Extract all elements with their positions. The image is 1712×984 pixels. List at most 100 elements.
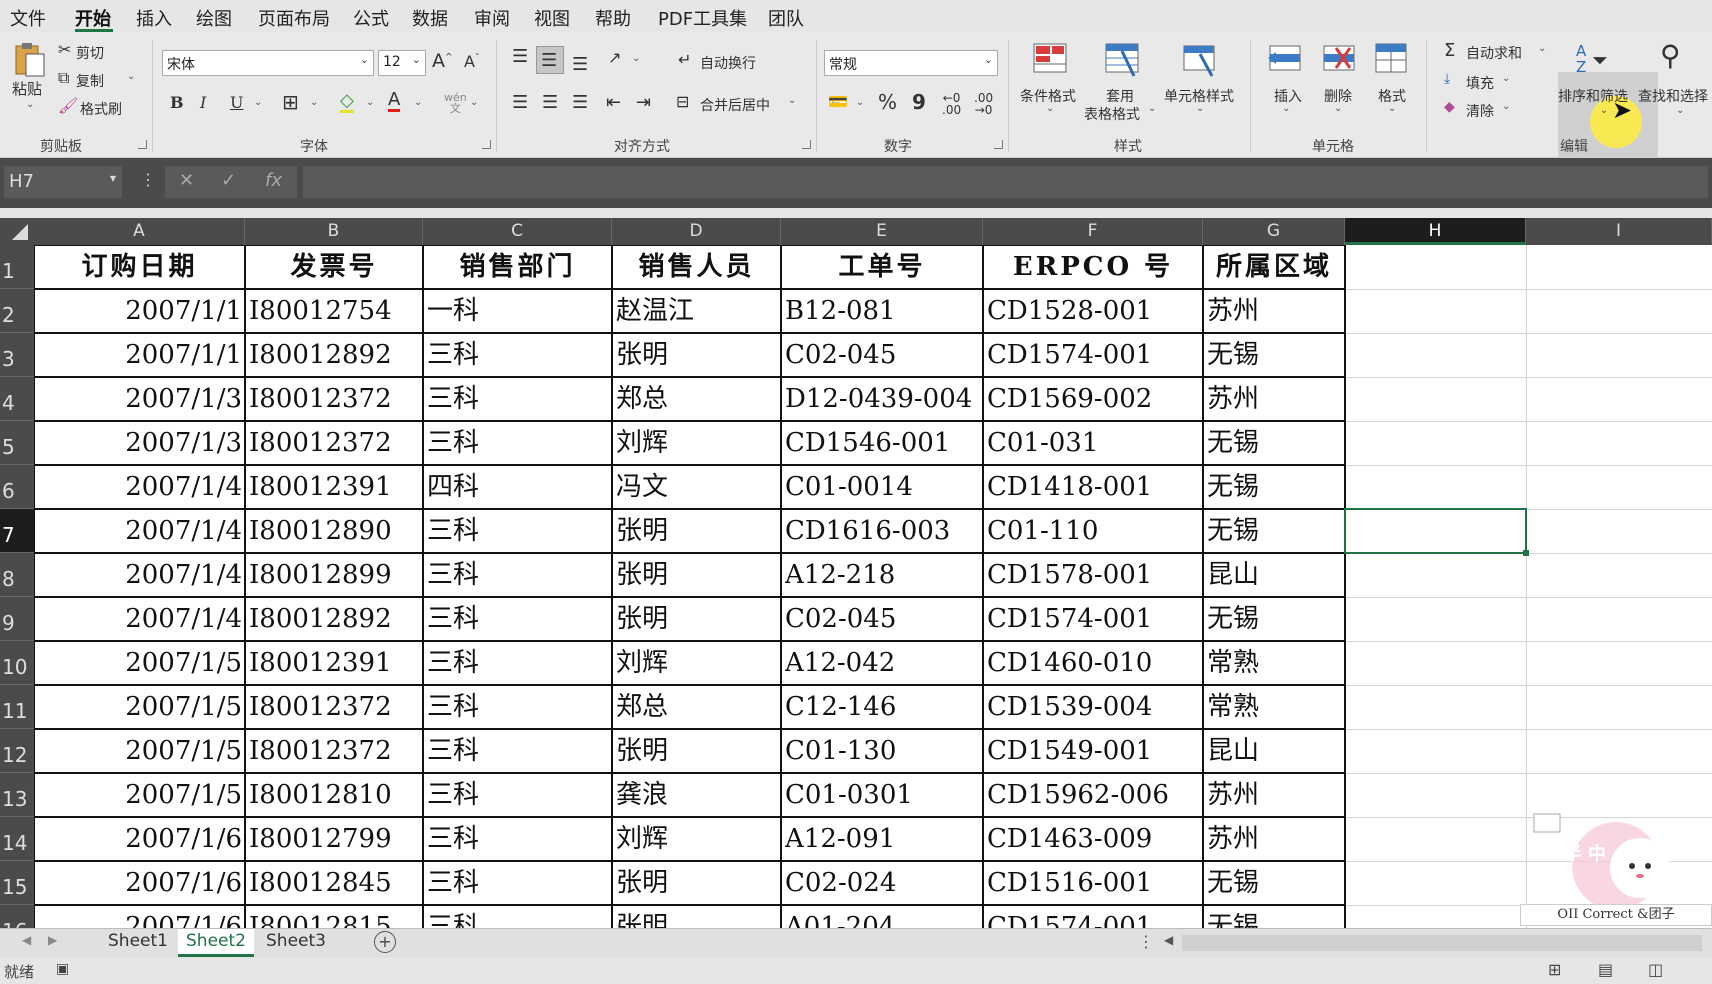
table-cell[interactable]: 三科 — [427, 729, 610, 773]
column-header-i[interactable]: I — [1526, 218, 1712, 245]
menu-item-9[interactable]: 帮助 — [595, 5, 631, 31]
table-cell[interactable]: 昆山 — [1207, 553, 1343, 597]
table-cell[interactable]: I80012372 — [249, 421, 421, 465]
find-select-button[interactable]: 查找和选择 — [1638, 86, 1708, 106]
table-cell[interactable]: 2007/1/5 — [34, 729, 242, 773]
scroll-right-icon[interactable]: ▶ — [48, 933, 57, 947]
paste-button[interactable]: 粘贴 — [12, 78, 42, 99]
align-right-icon[interactable]: ☰ — [572, 94, 588, 112]
column-header-f[interactable]: F — [983, 218, 1203, 245]
table-cell[interactable]: 冯文 — [616, 465, 779, 509]
table-cell[interactable]: CD1418-001 — [987, 465, 1201, 509]
merge-center-icon[interactable]: ⊟ — [676, 94, 689, 110]
table-cell[interactable]: 四科 — [427, 465, 610, 509]
header-cell[interactable]: 发票号 — [245, 245, 423, 289]
table-cell[interactable]: CD1460-010 — [987, 641, 1201, 685]
table-cell[interactable]: CD1549-001 — [987, 729, 1201, 773]
spreadsheet-grid[interactable]: 订购日期 发票号 销售部门 销售人员 工单号 ERPCO 号所属区域 2007/1/1 I80… — [34, 245, 1712, 928]
table-cell[interactable]: C02-045 — [785, 597, 981, 641]
table-cell[interactable]: C01-031 — [987, 421, 1201, 465]
table-cell[interactable]: 常熟 — [1207, 685, 1343, 729]
table-cell[interactable]: 龚浪 — [616, 773, 779, 817]
table-cell[interactable]: 苏州 — [1207, 289, 1343, 333]
insert-dropdown-icon[interactable]: ⌄ — [1282, 104, 1290, 114]
table-cell[interactable]: 2007/1/4 — [34, 597, 242, 641]
menu-item-1[interactable]: 开始 — [75, 5, 111, 31]
table-cell[interactable]: 三科 — [427, 333, 610, 377]
row-header-14[interactable]: 14 — [0, 817, 34, 861]
fill-color-dropdown-icon[interactable]: ⌄ — [366, 98, 374, 108]
table-cell[interactable]: 2007/1/1 — [34, 289, 242, 333]
table-cell[interactable]: C01-0014 — [785, 465, 981, 509]
merge-dropdown-icon[interactable]: ⌄ — [788, 96, 796, 106]
menu-item-5[interactable]: 公式 — [353, 5, 389, 31]
table-cell[interactable]: 张明 — [616, 729, 779, 773]
sort-filter-dropdown-icon[interactable]: ⌄ — [1600, 106, 1608, 116]
row-header-2[interactable]: 2 — [0, 289, 34, 333]
table-cell[interactable]: I80012754 — [249, 289, 421, 333]
table-cell[interactable]: 刘辉 — [616, 817, 779, 861]
table-cell[interactable]: 郑总 — [616, 377, 779, 421]
scroll-left-icon[interactable]: ◀ — [22, 933, 31, 947]
table-cell[interactable]: A12-218 — [785, 553, 981, 597]
table-cell[interactable]: 2007/1/6 — [34, 817, 242, 861]
table-cell[interactable]: C02-024 — [785, 861, 981, 905]
table-cell[interactable]: 无锡 — [1207, 905, 1343, 928]
conditional-format-dropdown-icon[interactable]: ⌄ — [1046, 104, 1054, 114]
table-cell[interactable]: 无锡 — [1207, 861, 1343, 905]
wrap-text-button[interactable]: 自动换行 — [700, 53, 756, 73]
table-cell[interactable]: CD15962-006 — [987, 773, 1201, 817]
delete-cells-icon[interactable] — [1320, 42, 1358, 78]
borders-dropdown-icon[interactable]: ⌄ — [310, 98, 318, 108]
table-cell[interactable]: 张明 — [616, 509, 779, 553]
alignment-launcher-icon[interactable] — [802, 140, 811, 149]
table-cell[interactable]: 张明 — [616, 597, 779, 641]
table-cell[interactable]: 三科 — [427, 509, 610, 553]
table-cell[interactable]: I80012799 — [249, 817, 421, 861]
menu-item-8[interactable]: 视图 — [534, 5, 570, 31]
table-cell[interactable]: C01-110 — [987, 509, 1201, 553]
menu-file[interactable]: 文件 — [10, 5, 46, 31]
fill-color-icon[interactable]: ◇ — [340, 92, 354, 113]
table-cell[interactable]: CD1516-001 — [987, 861, 1201, 905]
row-header-12[interactable]: 12 — [0, 729, 34, 773]
clipboard-launcher-icon[interactable] — [138, 140, 147, 149]
formula-input[interactable] — [303, 166, 1708, 198]
font-size-select[interactable]: 12 ⌄ — [378, 50, 426, 76]
row-header-6[interactable]: 6 — [0, 465, 34, 509]
decrease-indent-icon[interactable]: ⇤ — [606, 94, 621, 112]
row-header-4[interactable]: 4 — [0, 377, 34, 421]
header-cell[interactable]: 所属区域 — [1203, 245, 1345, 289]
table-cell[interactable]: I80012372 — [249, 685, 421, 729]
format-painter-button[interactable]: 格式刷 — [80, 99, 122, 119]
table-cell[interactable]: 2007/1/3 — [34, 377, 242, 421]
copy-button[interactable]: 复制 — [76, 71, 104, 91]
more-options-icon[interactable]: ⋮ — [140, 172, 156, 188]
insert-cells-icon[interactable] — [1266, 42, 1304, 78]
phonetic-guide-icon[interactable]: wén 文 — [444, 92, 467, 114]
wrap-text-icon[interactable]: ↵ — [678, 52, 691, 68]
row-header-15[interactable]: 15 — [0, 861, 34, 905]
format-as-table-icon[interactable] — [1104, 42, 1142, 78]
align-bottom-icon[interactable]: ☰ — [572, 56, 588, 74]
table-cell[interactable]: I80012899 — [249, 553, 421, 597]
table-cell[interactable]: 苏州 — [1207, 817, 1343, 861]
table-cell[interactable]: 无锡 — [1207, 421, 1343, 465]
table-cell[interactable]: 无锡 — [1207, 333, 1343, 377]
format-dropdown-icon[interactable]: ⌄ — [1388, 104, 1396, 114]
column-header-g[interactable]: G — [1203, 218, 1345, 245]
clear-dropdown-icon[interactable]: ⌄ — [1502, 102, 1510, 112]
table-cell[interactable]: CD1574-001 — [987, 333, 1201, 377]
comma-button[interactable]: 9 — [912, 92, 926, 112]
cancel-icon[interactable]: ✕ — [179, 170, 194, 191]
autosum-dropdown-icon[interactable]: ⌄ — [1538, 44, 1546, 54]
table-cell[interactable]: 无锡 — [1207, 597, 1343, 641]
column-header-d[interactable]: D — [612, 218, 781, 245]
menu-item-10[interactable]: PDF工具集 — [658, 5, 747, 31]
header-cell[interactable]: 销售人员 — [612, 245, 781, 289]
header-cell[interactable]: 销售部门 — [423, 245, 612, 289]
table-cell[interactable]: I80012372 — [249, 729, 421, 773]
format-as-table-dropdown-icon[interactable]: ⌄ — [1148, 104, 1156, 114]
table-cell[interactable]: 2007/1/4 — [34, 465, 242, 509]
menu-item-11[interactable]: 团队 — [768, 5, 804, 31]
